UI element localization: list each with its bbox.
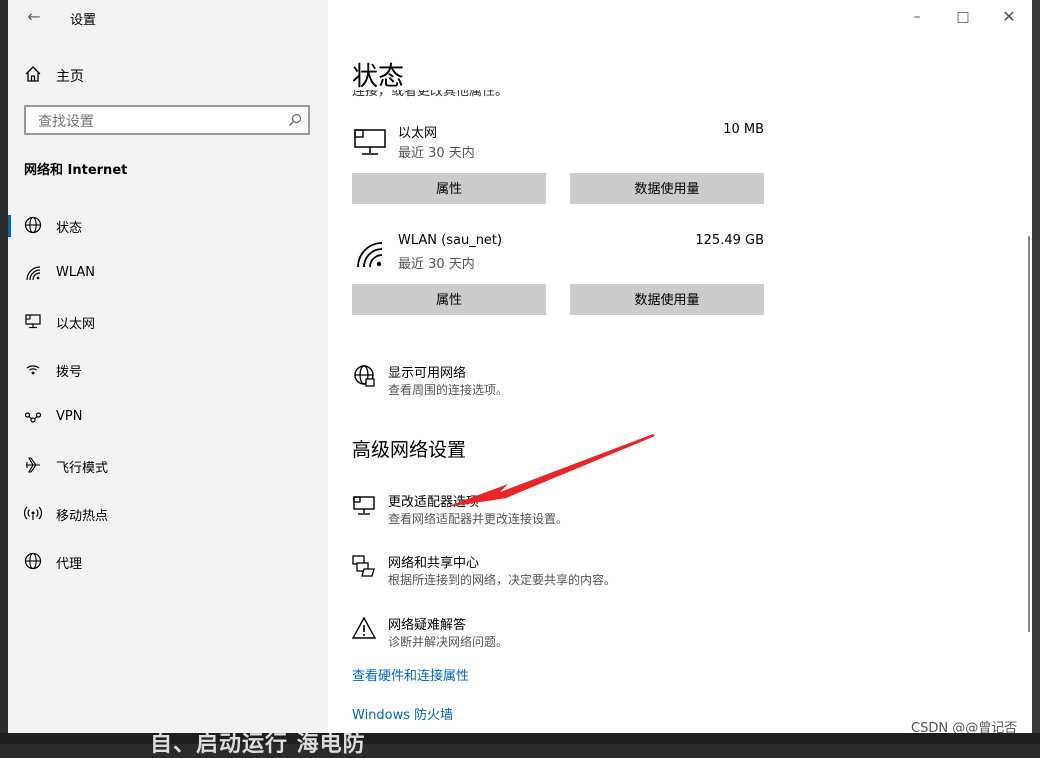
window-title: 设置	[70, 13, 97, 28]
ethernet-icon	[25, 314, 41, 329]
scrollbar-thumb[interactable]	[1028, 236, 1030, 632]
adapter-icon	[353, 496, 375, 515]
option-desc: 查看网络适配器并更改连接设置。	[388, 512, 569, 526]
airplane-icon	[26, 457, 40, 473]
search-input[interactable]	[36, 111, 280, 133]
sidebar-item-dialup[interactable]: 拨号	[8, 346, 328, 394]
wifi-icon	[26, 266, 41, 281]
hotspot-icon	[24, 506, 42, 520]
sidebar-item-label: VPN	[56, 409, 83, 424]
sidebar-item-label: 代理	[56, 557, 83, 572]
dialup-icon	[26, 365, 40, 375]
sidebar-item-wlan[interactable]: WLAN	[8, 250, 328, 298]
search-box[interactable]	[24, 105, 310, 135]
nav-list: 状态 WLAN 以太网 拨号 VPN 飞行模式 移动热点 代理	[8, 202, 328, 586]
background-strip	[1032, 0, 1040, 744]
minimize-icon[interactable]: –	[894, 6, 940, 28]
close-icon[interactable]: ✕	[986, 6, 1032, 28]
main-panel: – □ ✕ 状态 连接，或者更改其他属性。 以太网 最近 30 天内 10 MB…	[328, 0, 1032, 733]
windows-firewall-link[interactable]: Windows 防火墙	[352, 704, 453, 723]
sidebar-item-label: WLAN	[56, 265, 96, 280]
globe-icon	[24, 552, 42, 570]
network-period: 最近 30 天内	[398, 146, 475, 161]
option-desc: 诊断并解决网络问题。	[388, 635, 509, 649]
network-wlan: WLAN (sau_net) 最近 30 天内 125.49 GB	[352, 233, 772, 273]
network-usage: 125.49 GB	[695, 233, 764, 248]
option-title: 网络疑难解答	[388, 618, 467, 633]
page-title: 状态	[352, 62, 405, 92]
wlan-data-usage-button[interactable]: 数据使用量	[570, 284, 764, 315]
section-title: 网络和 Internet	[24, 163, 128, 178]
sidebar-item-label: 移动热点	[56, 509, 109, 524]
vpn-icon	[24, 412, 42, 423]
network-name: WLAN (sau_net)	[398, 233, 503, 248]
network-troubleshooter[interactable]: 网络疑难解答 诊断并解决网络问题。	[352, 614, 852, 654]
sidebar-item-label: 状态	[56, 221, 83, 236]
home-icon	[25, 66, 41, 82]
change-adapter-options[interactable]: 更改适配器选项 查看网络适配器并更改连接设置。	[352, 491, 852, 531]
network-sharing-center[interactable]: 网络和共享中心 根据所连接到的网络，决定要共享的内容。	[352, 552, 852, 592]
network-period: 最近 30 天内	[398, 257, 475, 272]
back-arrow-icon[interactable]: ←	[24, 6, 44, 28]
nav-home-label: 主页	[56, 69, 84, 85]
option-title: 更改适配器选项	[388, 495, 480, 510]
option-desc: 查看周围的连接选项。	[388, 383, 509, 397]
wifi-icon	[357, 242, 383, 268]
maximize-icon[interactable]: □	[940, 6, 986, 28]
sidebar-item-label: 以太网	[56, 317, 96, 332]
ethernet-icon	[354, 129, 386, 155]
search-icon[interactable]	[288, 113, 302, 127]
sidebar-item-status[interactable]: 状态	[8, 202, 328, 250]
globe-icon	[24, 216, 42, 234]
watermark: CSDN @@曾记否	[911, 721, 1018, 733]
nav-home[interactable]: 主页	[8, 62, 328, 88]
show-available-networks[interactable]: 显示可用网络 查看周围的连接选项。	[352, 362, 852, 402]
network-usage: 10 MB	[723, 122, 764, 137]
option-title: 网络和共享中心	[388, 556, 480, 571]
hardware-properties-link[interactable]: 查看硬件和连接属性	[352, 665, 469, 684]
option-title: 显示可用网络	[388, 366, 467, 381]
sidebar-item-label: 飞行模式	[56, 461, 109, 476]
wlan-properties-button[interactable]: 属性	[352, 284, 546, 315]
sidebar-item-label: 拨号	[56, 365, 83, 380]
ethernet-properties-button[interactable]: 属性	[352, 173, 546, 204]
sidebar-item-hotspot[interactable]: 移动热点	[8, 490, 328, 538]
ethernet-data-usage-button[interactable]: 数据使用量	[570, 173, 764, 204]
cut-off-description: 连接，或者更改其他属性。	[352, 90, 509, 99]
advanced-settings-heading: 高级网络设置	[352, 439, 467, 461]
sidebar: ← 设置 主页 网络和 Internet	[8, 0, 328, 733]
sharing-center-icon	[352, 555, 375, 577]
sidebar-item-airplane[interactable]: 飞行模式	[8, 442, 328, 490]
sidebar-item-vpn[interactable]: VPN	[8, 394, 328, 442]
sidebar-item-proxy[interactable]: 代理	[8, 538, 328, 586]
network-ethernet: 以太网 最近 30 天内 10 MB	[352, 122, 772, 162]
sidebar-item-ethernet[interactable]: 以太网	[8, 298, 328, 346]
settings-window: ← 设置 主页 网络和 Internet	[8, 0, 1032, 733]
warning-icon	[352, 616, 376, 639]
network-name: 以太网	[398, 126, 438, 141]
globe-network-icon	[354, 365, 375, 387]
option-desc: 根据所连接到的网络，决定要共享的内容。	[388, 573, 617, 587]
